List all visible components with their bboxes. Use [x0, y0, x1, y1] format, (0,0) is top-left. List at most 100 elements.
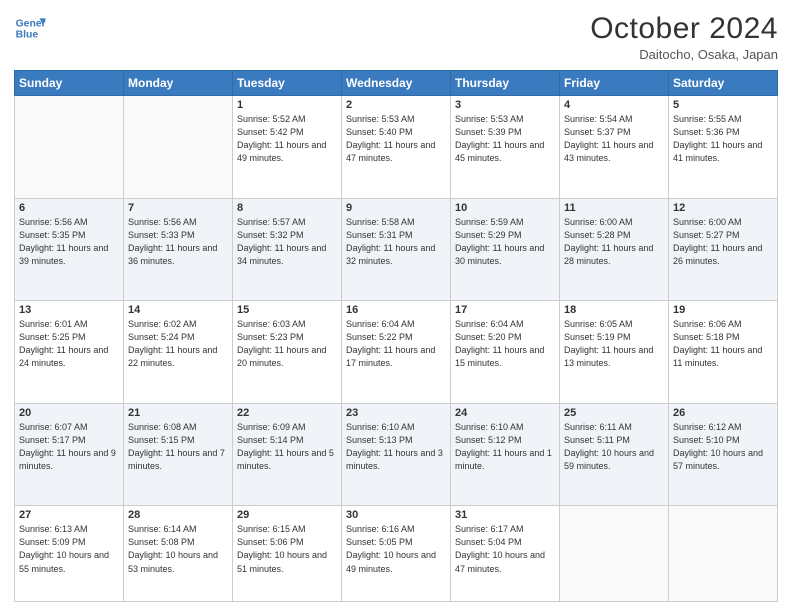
cell-content: Sunrise: 6:00 AM Sunset: 5:28 PM Dayligh…: [564, 216, 664, 268]
weekday-header: Tuesday: [233, 71, 342, 96]
cell-content: Sunrise: 6:09 AM Sunset: 5:14 PM Dayligh…: [237, 421, 337, 473]
cell-content: Sunrise: 5:56 AM Sunset: 5:33 PM Dayligh…: [128, 216, 228, 268]
calendar-cell: 26 Sunrise: 6:12 AM Sunset: 5:10 PM Dayli…: [669, 403, 778, 506]
cell-content: Sunrise: 6:16 AM Sunset: 5:05 PM Dayligh…: [346, 523, 446, 575]
calendar-cell: [669, 506, 778, 602]
cell-content: Sunrise: 6:13 AM Sunset: 5:09 PM Dayligh…: [19, 523, 119, 575]
calendar-cell: 2 Sunrise: 5:53 AM Sunset: 5:40 PM Daylig…: [342, 96, 451, 199]
cell-content: Sunrise: 6:00 AM Sunset: 5:27 PM Dayligh…: [673, 216, 773, 268]
day-number: 19: [673, 304, 773, 316]
day-number: 13: [19, 304, 119, 316]
day-number: 26: [673, 407, 773, 419]
cell-content: Sunrise: 6:06 AM Sunset: 5:18 PM Dayligh…: [673, 318, 773, 370]
calendar-cell: 30Sunrise: 6:16 AM Sunset: 5:05 PM Dayli…: [342, 506, 451, 602]
day-number: 20: [19, 407, 119, 419]
calendar-cell: 10Sunrise: 5:59 AM Sunset: 5:29 PM Dayli…: [451, 198, 560, 301]
day-number: 12: [673, 202, 773, 214]
calendar-cell: 23Sunrise: 6:10 AM Sunset: 5:13 PM Dayli…: [342, 403, 451, 506]
title-block: October 2024 Daitocho, Osaka, Japan: [590, 12, 778, 62]
day-number: 21: [128, 407, 228, 419]
day-number: 8: [237, 202, 337, 214]
cell-content: Sunrise: 6:11 AM Sunset: 5:11 PM Dayligh…: [564, 421, 664, 473]
cell-content: Sunrise: 5:53 AM Sunset: 5:40 PM Dayligh…: [346, 113, 446, 165]
cell-content: Sunrise: 6:12 AM Sunset: 5:10 PM Dayligh…: [673, 421, 773, 473]
calendar-table: SundayMondayTuesdayWednesdayThursdayFrid…: [14, 70, 778, 602]
weekday-header: Sunday: [15, 71, 124, 96]
weekday-header: Friday: [560, 71, 669, 96]
day-number: 31: [455, 509, 555, 521]
weekday-header: Saturday: [669, 71, 778, 96]
cell-content: Sunrise: 6:15 AM Sunset: 5:06 PM Dayligh…: [237, 523, 337, 575]
day-number: 1: [237, 99, 337, 111]
calendar-cell: 15 Sunrise: 6:03 AM Sunset: 5:23 PM Dayli…: [233, 301, 342, 404]
cell-content: Sunrise: 6:05 AM Sunset: 5:19 PM Dayligh…: [564, 318, 664, 370]
cell-content: Sunrise: 5:58 AM Sunset: 5:31 PM Dayligh…: [346, 216, 446, 268]
calendar-cell: 19 Sunrise: 6:06 AM Sunset: 5:18 PM Dayli…: [669, 301, 778, 404]
cell-content: Sunrise: 6:03 AM Sunset: 5:23 PM Dayligh…: [237, 318, 337, 370]
calendar-cell: 20Sunrise: 6:07 AM Sunset: 5:17 PM Dayli…: [15, 403, 124, 506]
calendar-cell: 13 Sunrise: 6:01 AM Sunset: 5:25 PM Dayli…: [15, 301, 124, 404]
day-number: 10: [455, 202, 555, 214]
calendar-cell: 16Sunrise: 6:04 AM Sunset: 5:22 PM Dayli…: [342, 301, 451, 404]
calendar-cell: 11 Sunrise: 6:00 AM Sunset: 5:28 PM Dayli…: [560, 198, 669, 301]
calendar-cell: 28Sunrise: 6:14 AM Sunset: 5:08 PM Dayli…: [124, 506, 233, 602]
calendar-row: 6Sunrise: 5:56 AM Sunset: 5:35 PM Daylig…: [15, 198, 778, 301]
calendar-cell: 6Sunrise: 5:56 AM Sunset: 5:35 PM Daylig…: [15, 198, 124, 301]
day-number: 11: [564, 202, 664, 214]
day-number: 15: [237, 304, 337, 316]
cell-content: Sunrise: 5:54 AM Sunset: 5:37 PM Dayligh…: [564, 113, 664, 165]
calendar-cell: 31 Sunrise: 6:17 AM Sunset: 5:04 PM Dayli…: [451, 506, 560, 602]
page: General Blue October 2024 Daitocho, Osak…: [0, 0, 792, 612]
calendar-cell: [124, 96, 233, 199]
cell-content: Sunrise: 6:01 AM Sunset: 5:25 PM Dayligh…: [19, 318, 119, 370]
cell-content: Sunrise: 6:04 AM Sunset: 5:20 PM Dayligh…: [455, 318, 555, 370]
cell-content: Sunrise: 5:56 AM Sunset: 5:35 PM Dayligh…: [19, 216, 119, 268]
cell-content: Sunrise: 5:57 AM Sunset: 5:32 PM Dayligh…: [237, 216, 337, 268]
calendar-cell: 1Sunrise: 5:52 AM Sunset: 5:42 PM Daylig…: [233, 96, 342, 199]
calendar-cell: 24Sunrise: 6:10 AM Sunset: 5:12 PM Dayli…: [451, 403, 560, 506]
day-number: 29: [237, 509, 337, 521]
calendar-cell: [15, 96, 124, 199]
calendar-cell: 25 Sunrise: 6:11 AM Sunset: 5:11 PM Dayli…: [560, 403, 669, 506]
calendar-row: 1Sunrise: 5:52 AM Sunset: 5:42 PM Daylig…: [15, 96, 778, 199]
calendar-row: 27 Sunrise: 6:13 AM Sunset: 5:09 PM Dayli…: [15, 506, 778, 602]
calendar-cell: 4 Sunrise: 5:54 AM Sunset: 5:37 PM Daylig…: [560, 96, 669, 199]
calendar-cell: 18 Sunrise: 6:05 AM Sunset: 5:19 PM Dayli…: [560, 301, 669, 404]
calendar-cell: 27 Sunrise: 6:13 AM Sunset: 5:09 PM Dayli…: [15, 506, 124, 602]
day-number: 28: [128, 509, 228, 521]
calendar-cell: 22Sunrise: 6:09 AM Sunset: 5:14 PM Dayli…: [233, 403, 342, 506]
calendar-cell: 29 Sunrise: 6:15 AM Sunset: 5:06 PM Dayli…: [233, 506, 342, 602]
day-number: 23: [346, 407, 446, 419]
header: General Blue October 2024 Daitocho, Osak…: [14, 12, 778, 62]
calendar-cell: 3 Sunrise: 5:53 AM Sunset: 5:39 PM Daylig…: [451, 96, 560, 199]
day-number: 17: [455, 304, 555, 316]
weekday-header: Wednesday: [342, 71, 451, 96]
main-title: October 2024: [590, 12, 778, 46]
calendar-cell: 14Sunrise: 6:02 AM Sunset: 5:24 PM Dayli…: [124, 301, 233, 404]
calendar-cell: 5 Sunrise: 5:55 AM Sunset: 5:36 PM Daylig…: [669, 96, 778, 199]
svg-text:Blue: Blue: [16, 30, 39, 41]
day-number: 7: [128, 202, 228, 214]
calendar-cell: 21Sunrise: 6:08 AM Sunset: 5:15 PM Dayli…: [124, 403, 233, 506]
weekday-header: Thursday: [451, 71, 560, 96]
day-number: 27: [19, 509, 119, 521]
day-number: 4: [564, 99, 664, 111]
calendar-cell: 7 Sunrise: 5:56 AM Sunset: 5:33 PM Daylig…: [124, 198, 233, 301]
day-number: 18: [564, 304, 664, 316]
cell-content: Sunrise: 5:55 AM Sunset: 5:36 PM Dayligh…: [673, 113, 773, 165]
calendar-cell: [560, 506, 669, 602]
day-number: 3: [455, 99, 555, 111]
day-number: 5: [673, 99, 773, 111]
calendar-cell: 12 Sunrise: 6:00 AM Sunset: 5:27 PM Dayli…: [669, 198, 778, 301]
cell-content: Sunrise: 6:17 AM Sunset: 5:04 PM Dayligh…: [455, 523, 555, 575]
day-number: 16: [346, 304, 446, 316]
calendar-row: 13 Sunrise: 6:01 AM Sunset: 5:25 PM Dayli…: [15, 301, 778, 404]
logo-icon: General Blue: [14, 12, 46, 44]
day-number: 2: [346, 99, 446, 111]
calendar-row: 20Sunrise: 6:07 AM Sunset: 5:17 PM Dayli…: [15, 403, 778, 506]
cell-content: Sunrise: 5:53 AM Sunset: 5:39 PM Dayligh…: [455, 113, 555, 165]
weekday-header: Monday: [124, 71, 233, 96]
day-number: 25: [564, 407, 664, 419]
day-number: 24: [455, 407, 555, 419]
subtitle: Daitocho, Osaka, Japan: [590, 47, 778, 62]
